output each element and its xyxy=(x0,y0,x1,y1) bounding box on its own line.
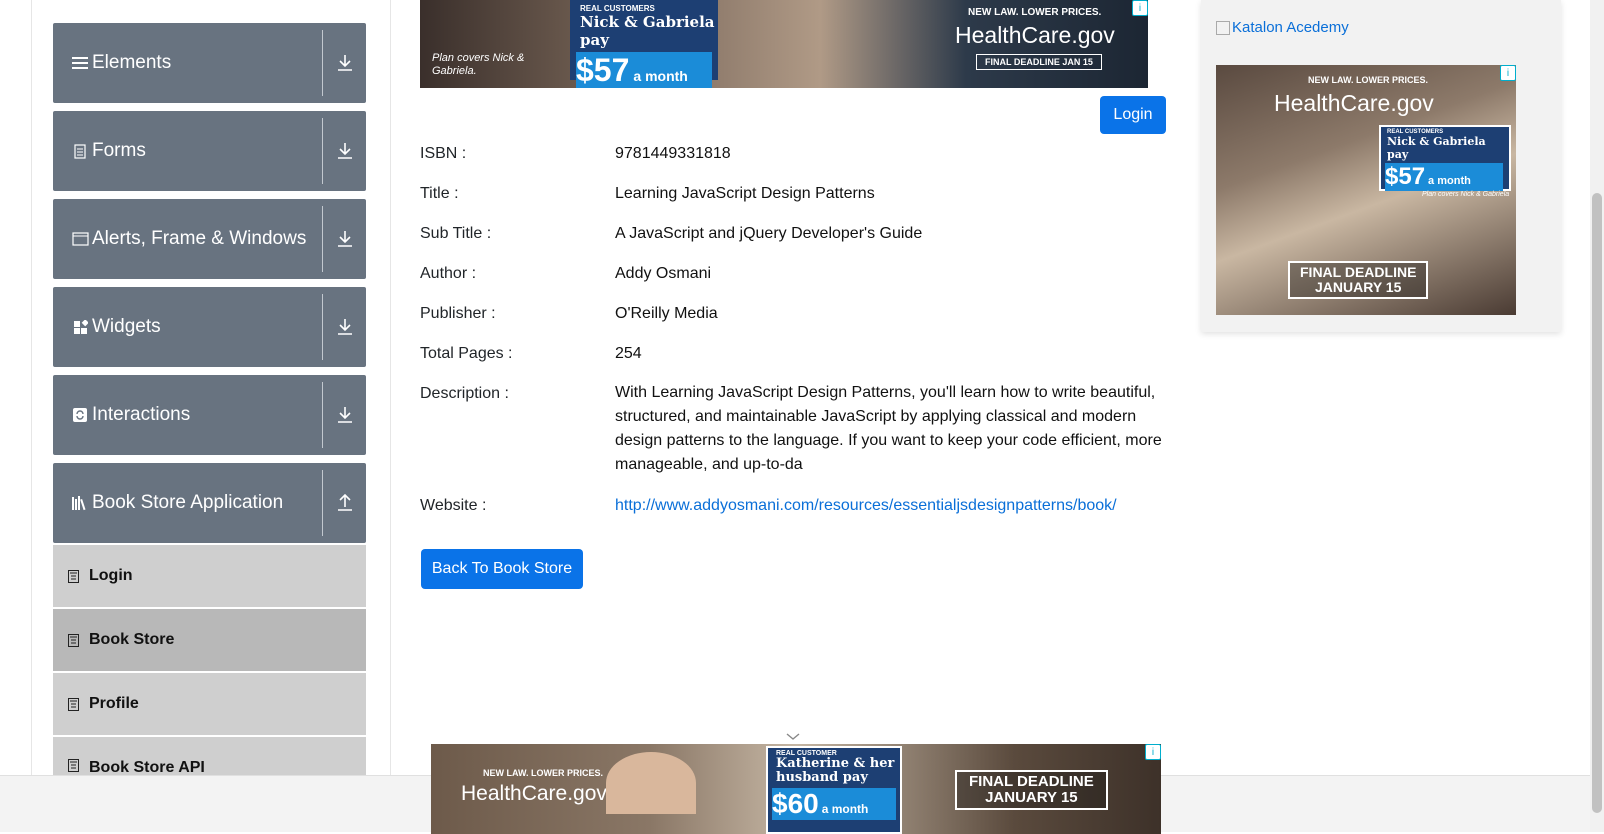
ad-per: a month xyxy=(1428,175,1471,187)
sidebar-group-label: Elements xyxy=(92,52,172,73)
ad-deadline: FINAL DEADLINE JAN 15 xyxy=(976,54,1102,70)
sidebar-item-book-store[interactable]: Book Store xyxy=(53,609,366,671)
ad-per: a month xyxy=(821,802,869,816)
divider xyxy=(322,206,323,272)
ad-deadline-line: JANUARY 15 xyxy=(1315,279,1402,295)
ad-plan-text: Plan covers Nick & Gabriela xyxy=(1422,191,1510,198)
ad-info-icon[interactable]: i xyxy=(1132,0,1148,16)
ad-deadline-line: JANUARY 15 xyxy=(985,789,1078,806)
page-scrollbar-thumb[interactable] xyxy=(1592,193,1602,813)
banner-ad-side[interactable]: NEW LAW. LOWER PRICES. HealthCare.gov RE… xyxy=(1216,65,1516,315)
window-icon xyxy=(69,232,91,246)
sidebar-item-label: Login xyxy=(89,567,133,584)
download-icon[interactable] xyxy=(323,406,366,424)
ad-price-box: REAL CUSTOMER Katherine & her husband pa… xyxy=(766,746,902,834)
hamburger-icon xyxy=(69,56,91,70)
download-icon[interactable] xyxy=(323,54,366,72)
author-label: Author : xyxy=(420,265,477,282)
sidebar-group-label: Alerts, Frame & Windows xyxy=(92,228,307,249)
ad-brand: HealthCare.gov xyxy=(955,22,1115,48)
sidebar-group-interactions[interactable]: Interactions xyxy=(53,375,366,455)
download-icon[interactable] xyxy=(323,318,366,336)
sidebar-group-forms[interactable]: Forms xyxy=(53,111,366,191)
ad-deadline: FINAL DEADLINE JANUARY 15 xyxy=(1288,261,1429,299)
ad-price: $60 xyxy=(772,788,819,819)
subtitle-value: A JavaScript and jQuery Developer's Guid… xyxy=(615,225,923,242)
item-icon xyxy=(68,759,82,772)
author-value: Addy Osmani xyxy=(615,265,712,282)
sidebar-item-book-store-api[interactable]: Book Store API xyxy=(53,737,366,776)
ad-deadline-line: FINAL DEADLINE xyxy=(969,773,1094,790)
divider xyxy=(322,118,323,184)
sidebar-group-elements[interactable]: Elements xyxy=(53,23,366,103)
widgets-icon xyxy=(69,319,91,335)
sidebar-group-widgets[interactable]: Widgets xyxy=(53,287,366,367)
ad-deadline: FINAL DEADLINE JANUARY 15 xyxy=(955,770,1108,810)
ad-tagline: NEW LAW. LOWER PRICES. xyxy=(1308,75,1429,85)
sidebar-group-alerts[interactable]: Alerts, Frame & Windows xyxy=(53,199,366,279)
item-icon xyxy=(68,633,82,647)
download-icon[interactable] xyxy=(323,230,366,248)
broken-image-icon xyxy=(1216,21,1230,36)
ad-brand: HealthCare.gov xyxy=(461,782,607,805)
title-label: Title : xyxy=(420,185,459,202)
sidebar-item-profile[interactable]: Profile xyxy=(53,673,366,735)
ad-deadline-line: FINAL DEADLINE xyxy=(1300,264,1417,280)
sidebar-group-label: Forms xyxy=(92,140,146,161)
ad-brand: HealthCare.gov xyxy=(1274,90,1434,116)
sidebar-item-label: Profile xyxy=(89,695,139,712)
sidebar-group-label: Interactions xyxy=(92,404,191,425)
download-icon[interactable] xyxy=(323,142,366,160)
login-button[interactable]: Login xyxy=(1100,96,1166,134)
publisher-value: O'Reilly Media xyxy=(615,305,718,322)
website-link[interactable]: http://www.addyosmani.com/resources/esse… xyxy=(615,497,1117,514)
publisher-label: Publisher : xyxy=(420,305,496,322)
item-icon xyxy=(68,697,82,711)
form-icon xyxy=(69,143,91,159)
banner-ad-top[interactable]: Plan covers Nick & Gabriela. REAL CUSTOM… xyxy=(420,0,1148,88)
ad-price: $57 xyxy=(1385,163,1426,190)
ad-info-icon[interactable]: i xyxy=(1145,744,1161,760)
ad-price: $57 xyxy=(576,52,630,88)
books-icon xyxy=(69,495,91,511)
website-label: Website : xyxy=(420,497,487,514)
isbn-value: 9781449331818 xyxy=(615,145,731,162)
subtitle-label: Sub Title : xyxy=(420,225,492,242)
divider xyxy=(322,470,323,536)
interactions-icon xyxy=(69,408,91,422)
sidebar-item-login[interactable]: Login xyxy=(53,545,366,607)
banner-ad-bottom[interactable]: NEW LAW. LOWER PRICES. HealthCare.gov RE… xyxy=(431,744,1161,834)
back-to-book-store-button[interactable]: Back To Book Store xyxy=(421,549,583,589)
ad-price-box: REAL CUSTOMERS Nick & Gabriela pay $57 a… xyxy=(1379,125,1511,191)
sidebar-item-label: Book Store xyxy=(89,631,175,648)
ad-tagline: NEW LAW. LOWER PRICES. xyxy=(968,7,1102,18)
alt-text: Katalon Acedemy xyxy=(1232,19,1349,36)
upload-icon[interactable] xyxy=(323,494,366,512)
total-pages-label: Total Pages : xyxy=(420,345,513,362)
item-icon xyxy=(68,569,82,583)
ad-photo xyxy=(606,752,696,814)
ad-real-customers: REAL CUSTOMERS xyxy=(580,4,655,13)
ad-names: Katherine & her husband pay xyxy=(776,756,895,785)
ad-info-icon[interactable]: i xyxy=(1500,65,1516,81)
description-value: With Learning JavaScript Design Patterns… xyxy=(615,384,1162,473)
sidebar-group-book-store[interactable]: Book Store Application xyxy=(53,463,366,543)
isbn-label: ISBN : xyxy=(420,145,467,162)
ad-tagline: NEW LAW. LOWER PRICES. xyxy=(483,768,604,778)
sidebar-group-label: Widgets xyxy=(92,316,161,337)
divider xyxy=(322,30,323,96)
description-label: Description : xyxy=(420,385,509,402)
total-pages-value: 254 xyxy=(615,345,642,362)
ad-names: Nick & Gabriela pay xyxy=(580,13,715,49)
ad-price-box: REAL CUSTOMERS Nick & Gabriela pay $57 a… xyxy=(570,0,718,88)
ad-plan-text: Plan covers Nick & Gabriela. xyxy=(432,52,525,77)
divider xyxy=(322,294,323,360)
ad-names: Nick & Gabriela pay xyxy=(1387,135,1486,161)
ad-per: a month xyxy=(633,68,688,84)
title-value: Learning JavaScript Design Patterns xyxy=(615,185,875,202)
divider xyxy=(322,382,323,448)
sidebar-group-label: Book Store Application xyxy=(92,492,284,513)
katalon-image-alt[interactable]: Katalon Acedemy xyxy=(1216,19,1349,36)
